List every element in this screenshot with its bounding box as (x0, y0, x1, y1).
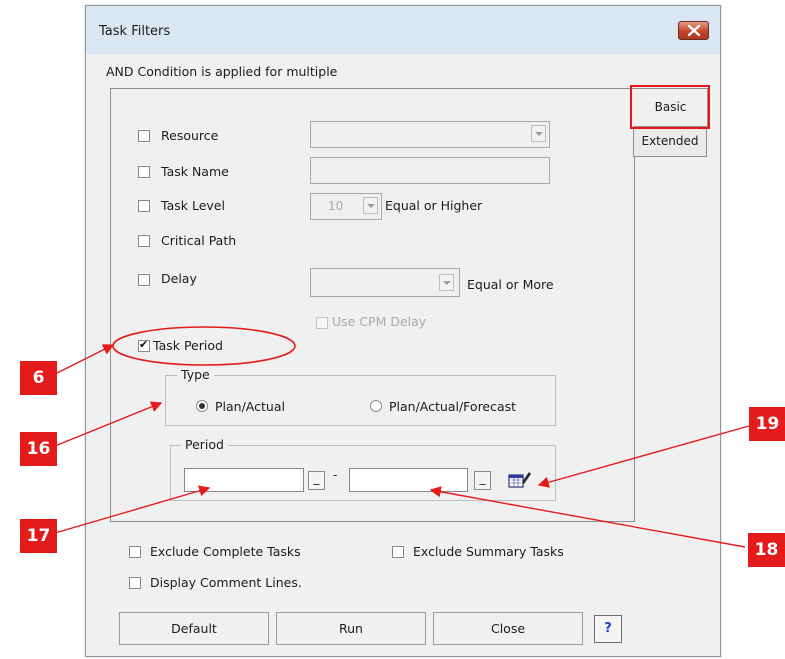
arrow-17 (54, 485, 211, 534)
callout-arrows (54, 326, 750, 548)
callout-badge-6: 6 (20, 361, 57, 395)
callout-badge-19: 19 (749, 407, 785, 441)
arrow-16 (54, 401, 163, 447)
arrow-18 (429, 486, 746, 548)
task-period-highlight (112, 326, 296, 366)
callout-badge-17: 17 (20, 519, 57, 553)
arrow-19 (537, 425, 750, 488)
arrow-6 (54, 344, 115, 375)
callout-badge-18: 18 (748, 533, 785, 567)
callout-badge-16: 16 (20, 432, 57, 466)
